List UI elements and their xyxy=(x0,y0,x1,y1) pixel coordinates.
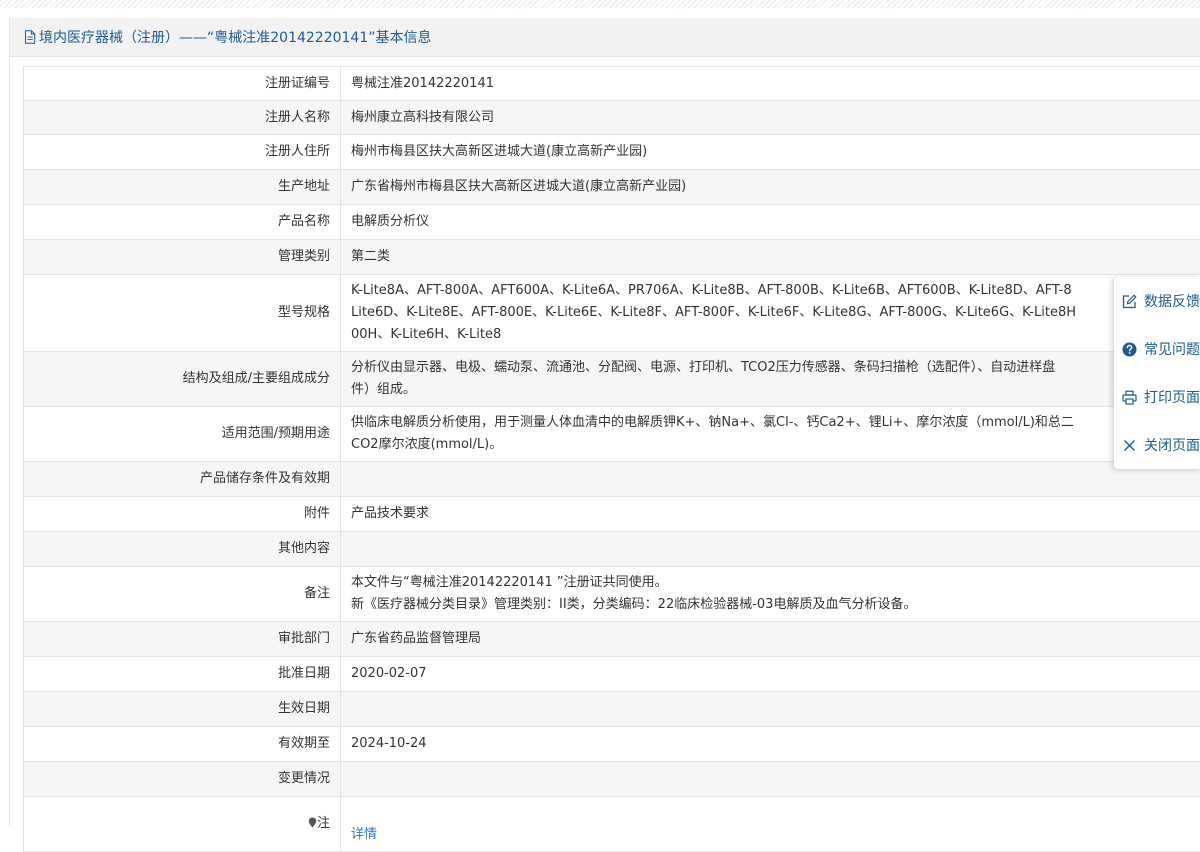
table-row: 型号规格 K-Lite8A、AFT-800A、AFT600A、K-Lite6A、… xyxy=(24,275,1200,352)
pin-icon xyxy=(308,814,317,825)
table-row: 生效日期 xyxy=(24,692,1200,727)
table-row: 注册人名称 梅州康立高科技有限公司 xyxy=(24,101,1200,135)
question-icon xyxy=(1122,342,1137,357)
row-value: 本文件与“粤械注准20142220141 ”注册证共同使用。 新《医疗器械分类目… xyxy=(341,567,1200,622)
document-icon xyxy=(24,30,36,44)
table-row: 附件 产品技术要求 xyxy=(24,497,1200,532)
table-row: 其他内容 xyxy=(24,532,1200,567)
row-label: 注册人住所 xyxy=(24,135,341,170)
row-label: 产品名称 xyxy=(24,205,341,240)
row-value: 电解质分析仪 xyxy=(341,205,1200,240)
row-value xyxy=(341,762,1200,797)
table-row: 产品名称 电解质分析仪 xyxy=(24,205,1200,240)
row-value: 分析仪由显示器、电极、蠕动泵、流通池、分配阀、电源、打印机、TCO2压力传感器、… xyxy=(341,352,1200,407)
row-label: 管理类别 xyxy=(24,240,341,275)
row-value: 供临床电解质分析使用，用于测量人体血清中的电解质钾K+、钠Na+、氯Cl-、钙C… xyxy=(341,407,1200,462)
details-link[interactable]: 详情 xyxy=(351,827,377,842)
table-row: 审批部门 广东省药品监督管理局 xyxy=(24,622,1200,657)
row-label: 适用范围/预期用途 xyxy=(24,407,341,462)
faq-button[interactable]: 常见问题 xyxy=(1114,325,1200,373)
row-label-note: 注 xyxy=(24,797,341,852)
close-page-label: 关闭页面 xyxy=(1144,435,1200,455)
row-value: 广东省梅州市梅县区扶大高新区进城大道(康立高新产业园) xyxy=(341,170,1200,205)
row-value xyxy=(341,532,1200,567)
feedback-button[interactable]: 数据反馈 xyxy=(1114,277,1200,325)
row-label: 注册证编号 xyxy=(24,67,341,101)
close-icon xyxy=(1122,438,1137,453)
row-label: 附件 xyxy=(24,497,341,532)
row-label: 生效日期 xyxy=(24,692,341,727)
row-label: 结构及组成/主要组成成分 xyxy=(24,352,341,407)
row-value: 2020-02-07 xyxy=(341,657,1200,692)
row-label: 备注 xyxy=(24,567,341,622)
row-value-note: 详情 xyxy=(341,797,1200,852)
faq-label: 常见问题 xyxy=(1144,339,1200,359)
print-icon xyxy=(1122,390,1137,405)
row-value: 第二类 xyxy=(341,240,1200,275)
table-row: 批准日期 2020-02-07 xyxy=(24,657,1200,692)
row-value: 粤械注准20142220141 xyxy=(341,67,1200,101)
table-row: 管理类别 第二类 xyxy=(24,240,1200,275)
info-panel: 境内医疗器械（注册）——“粤械注准20142220141”基本信息 注册证编号 … xyxy=(9,18,1200,826)
info-table-wrapper: 注册证编号 粤械注准20142220141 注册人名称 梅州康立高科技有限公司 … xyxy=(23,66,1200,852)
table-row: 适用范围/预期用途 供临床电解质分析使用，用于测量人体血清中的电解质钾K+、钠N… xyxy=(24,407,1200,462)
row-label: 审批部门 xyxy=(24,622,341,657)
row-value: 产品技术要求 xyxy=(341,497,1200,532)
row-label: 批准日期 xyxy=(24,657,341,692)
table-row: 备注 本文件与“粤械注准20142220141 ”注册证共同使用。 新《医疗器械… xyxy=(24,567,1200,622)
top-decorative-strip xyxy=(0,0,1200,8)
floating-side-menu: 数据反馈 常见问题 打印页面 关闭页面 xyxy=(1114,277,1200,469)
row-label: 生产地址 xyxy=(24,170,341,205)
table-row: 注册人住所 梅州市梅县区扶大高新区进城大道(康立高新产业园) xyxy=(24,135,1200,170)
row-value xyxy=(341,692,1200,727)
table-row-note: 注 详情 xyxy=(24,797,1200,852)
table-row: 有效期至 2024-10-24 xyxy=(24,727,1200,762)
row-label: 型号规格 xyxy=(24,275,341,352)
table-row: 生产地址 广东省梅州市梅县区扶大高新区进城大道(康立高新产业园) xyxy=(24,170,1200,205)
close-page-button[interactable]: 关闭页面 xyxy=(1114,421,1200,469)
info-table: 注册证编号 粤械注准20142220141 注册人名称 梅州康立高科技有限公司 … xyxy=(23,66,1200,852)
edit-icon xyxy=(1122,294,1137,309)
row-value: K-Lite8A、AFT-800A、AFT600A、K-Lite6A、PR706… xyxy=(341,275,1200,352)
row-label: 有效期至 xyxy=(24,727,341,762)
row-label: 注册人名称 xyxy=(24,101,341,135)
panel-header: 境内医疗器械（注册）——“粤械注准20142220141”基本信息 xyxy=(10,18,1200,57)
row-value: 2024-10-24 xyxy=(341,727,1200,762)
row-value: 梅州市梅县区扶大高新区进城大道(康立高新产业园) xyxy=(341,135,1200,170)
row-value: 广东省药品监督管理局 xyxy=(341,622,1200,657)
table-row: 结构及组成/主要组成成分 分析仪由显示器、电极、蠕动泵、流通池、分配阀、电源、打… xyxy=(24,352,1200,407)
row-value: 梅州康立高科技有限公司 xyxy=(341,101,1200,135)
print-button[interactable]: 打印页面 xyxy=(1114,373,1200,421)
print-label: 打印页面 xyxy=(1144,387,1200,407)
feedback-label: 数据反馈 xyxy=(1144,291,1200,311)
row-label: 其他内容 xyxy=(24,532,341,567)
row-value xyxy=(341,462,1200,497)
table-row: 注册证编号 粤械注准20142220141 xyxy=(24,67,1200,101)
table-row: 产品储存条件及有效期 xyxy=(24,462,1200,497)
page-title: 境内医疗器械（注册）——“粤械注准20142220141”基本信息 xyxy=(39,27,431,47)
table-row: 变更情况 xyxy=(24,762,1200,797)
note-label: 注 xyxy=(317,816,330,831)
row-label: 产品储存条件及有效期 xyxy=(24,462,341,497)
row-label: 变更情况 xyxy=(24,762,341,797)
